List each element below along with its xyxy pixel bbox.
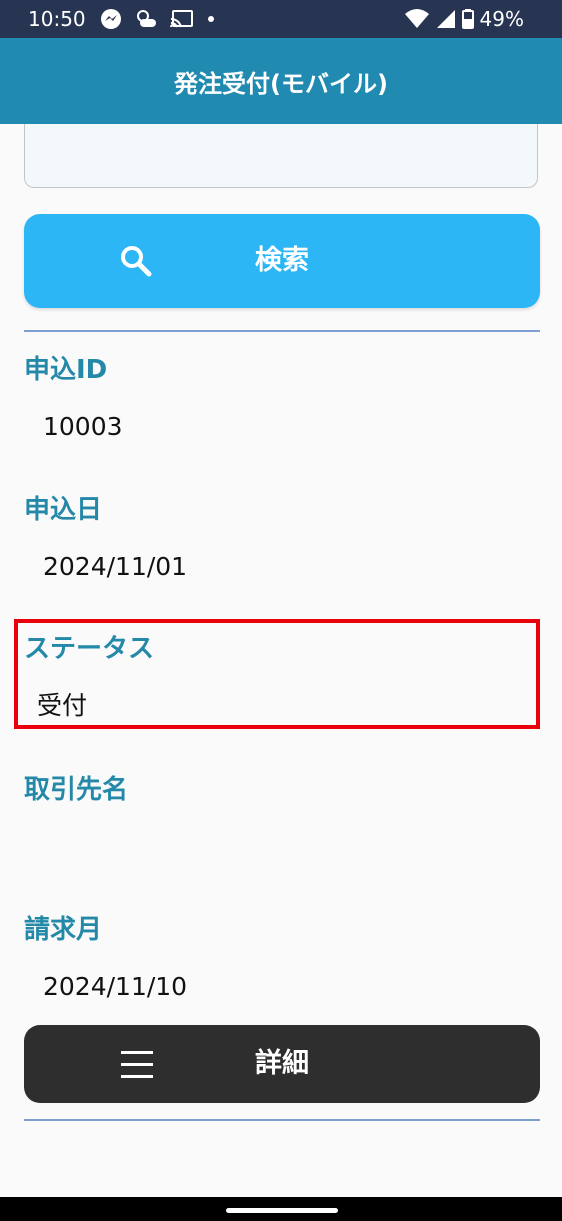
application-id-label: 申込ID [24, 355, 108, 385]
application-date-label: 申込日 [24, 495, 103, 525]
status-time: 10:50 [28, 7, 86, 31]
application-id-value: 10003 [43, 412, 123, 441]
weather-icon [137, 10, 156, 27]
status-left-icons [100, 8, 216, 30]
page-title: 発注受付(モバイル) [174, 69, 388, 98]
messenger-icon [101, 9, 121, 29]
status-value: 受付 [37, 691, 88, 720]
app-header: 発注受付(モバイル) [0, 38, 562, 124]
status-right-icons: 49% [404, 6, 524, 32]
status-label: ステータス [24, 634, 155, 664]
search-button-label: 検索 [255, 245, 309, 276]
application-date-value: 2024/11/01 [43, 552, 188, 581]
navigation-bar [0, 1197, 562, 1221]
wifi-icon [404, 9, 429, 28]
divider-bottom [24, 1119, 540, 1121]
client-name-label: 取引先名 [24, 775, 129, 805]
divider-top [24, 330, 540, 332]
home-gesture-handle[interactable] [226, 1208, 338, 1213]
status-bar: 10:50 49% [0, 0, 562, 38]
signal-icon [436, 10, 455, 28]
detail-button[interactable]: 詳細 [24, 1025, 540, 1103]
search-button[interactable]: 検索 [24, 214, 540, 308]
billing-month-label: 請求月 [24, 915, 103, 945]
battery-icon [461, 9, 474, 29]
cast-icon [170, 10, 193, 28]
billing-month-value: 2024/11/10 [43, 972, 188, 1001]
battery-percentage: 49% [479, 7, 524, 31]
search-keyword-input[interactable] [24, 124, 538, 188]
detail-button-label: 詳細 [255, 1048, 309, 1079]
dot-icon [208, 16, 214, 22]
